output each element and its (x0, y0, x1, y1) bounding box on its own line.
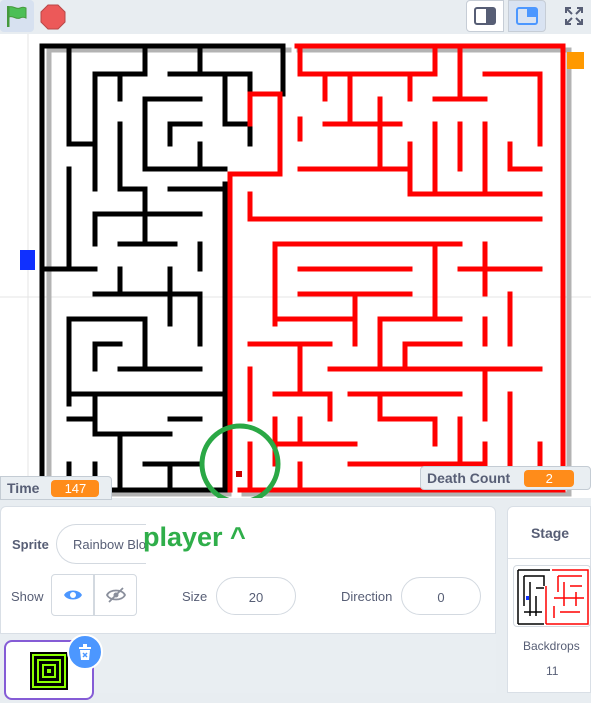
fullscreen-icon (565, 7, 583, 25)
stage-maze-thumbnail (517, 569, 589, 625)
eye-off-icon (105, 587, 126, 603)
maze-shadow (46, 47, 572, 497)
maze-black-walls (39, 43, 286, 493)
size-label: Size (182, 589, 208, 604)
delete-sprite-button[interactable] (67, 634, 103, 670)
stop-sign-icon (40, 4, 66, 30)
direction-input[interactable]: 0 (401, 577, 481, 615)
size-input[interactable]: 20 (216, 577, 296, 615)
backdrops-count: 11 (546, 664, 559, 678)
stage-target-panel[interactable]: Stage Backdrops 11 (507, 506, 591, 693)
death-count-label: Death Count (427, 470, 511, 486)
normal-stage-icon (516, 7, 538, 25)
player-annotation: player ^ (143, 522, 246, 552)
show-hidden-button[interactable] (94, 574, 137, 616)
show-toggle-group (51, 574, 137, 616)
stage-title: Stage (508, 507, 591, 559)
small-stage-button[interactable] (466, 0, 504, 32)
fullscreen-button[interactable] (560, 2, 588, 30)
death-count-monitor: Death Count 2 (420, 466, 591, 490)
time-monitor: Time 147 (0, 476, 112, 500)
show-visible-button[interactable] (51, 574, 94, 616)
time-label: Time (7, 480, 40, 496)
backdrops-label: Backdrops (523, 639, 580, 653)
player-highlight-circle (199, 423, 281, 498)
time-value: 147 (51, 479, 100, 497)
blue-marker-sprite (20, 250, 35, 270)
player-sprite (236, 471, 242, 477)
eye-icon (63, 590, 82, 600)
green-flag-icon (7, 6, 27, 27)
sprite-label: Sprite (12, 537, 49, 552)
green-flag-button[interactable] (0, 0, 34, 32)
small-stage-icon (474, 7, 496, 25)
sprite-name-input[interactable]: Rainbow Blo (56, 524, 146, 564)
stage-canvas[interactable] (0, 34, 591, 498)
trash-icon (79, 644, 91, 660)
stop-button[interactable] (40, 4, 66, 30)
direction-label: Direction (341, 589, 393, 604)
maze-backdrop (0, 34, 591, 498)
goal-sprite (567, 52, 584, 69)
normal-stage-button[interactable] (508, 0, 546, 32)
death-count-value: 2 (524, 469, 575, 487)
maze-red-walls (227, 43, 566, 493)
stage-header (0, 0, 591, 34)
stage-thumbnail[interactable] (513, 565, 591, 627)
show-label: Show (11, 589, 44, 604)
